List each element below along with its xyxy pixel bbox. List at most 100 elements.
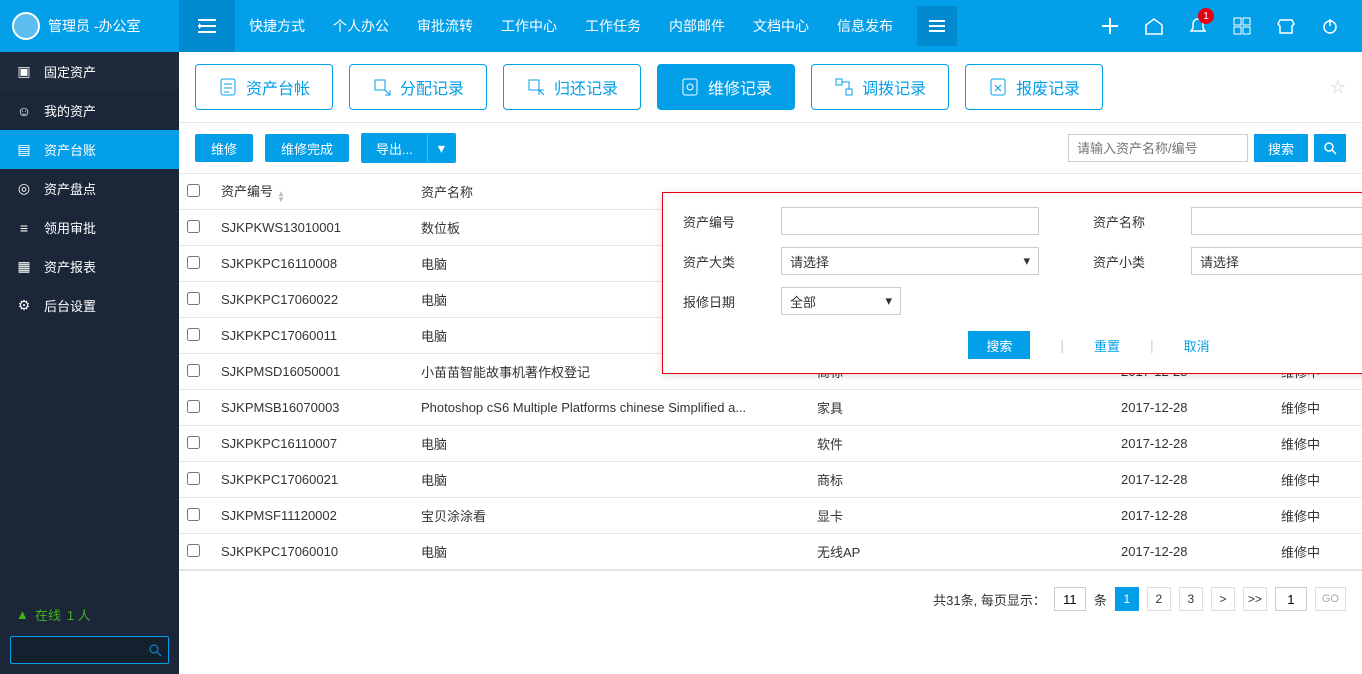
- favorite-icon[interactable]: ☆: [1330, 77, 1346, 98]
- sidebar-item-settings[interactable]: ⚙后台设置: [0, 286, 179, 325]
- row-checkbox[interactable]: [187, 220, 200, 233]
- filter-subcat-select[interactable]: 请选择▾: [1191, 247, 1362, 275]
- cell-status: 维修中: [1273, 390, 1362, 426]
- sidebar-item-my-asset[interactable]: ☺我的资产: [0, 91, 179, 130]
- table-row[interactable]: SJKPMSB16070003Photoshop cS6 Multiple Pl…: [179, 390, 1362, 426]
- advanced-search-toggle[interactable]: [1314, 134, 1346, 162]
- cell-date: 2017-12-28: [1113, 534, 1273, 570]
- filter-date-select[interactable]: 全部▾: [781, 287, 901, 315]
- tab-repair[interactable]: 维修记录: [657, 64, 795, 110]
- cell-code: SJKPKPC16110008: [213, 246, 413, 282]
- row-checkbox[interactable]: [187, 400, 200, 413]
- sidebar-item-fixed-asset[interactable]: ▣固定资产: [0, 52, 179, 91]
- home-icon[interactable]: [1132, 0, 1176, 52]
- search-input[interactable]: [1068, 134, 1248, 162]
- chevron-down-icon: ▾: [885, 293, 892, 309]
- filter-cat-select[interactable]: 请选择▾: [781, 247, 1039, 275]
- page-next[interactable]: >: [1211, 587, 1235, 611]
- menu-mail[interactable]: 内部邮件: [655, 0, 739, 52]
- user-label: 管理员 -办公室: [48, 16, 141, 36]
- cell-code: SJKPKPC17060010: [213, 534, 413, 570]
- filter-code-label: 资产编号: [683, 212, 781, 231]
- row-checkbox[interactable]: [187, 328, 200, 341]
- row-checkbox[interactable]: [187, 472, 200, 485]
- popup-cancel-button[interactable]: 取消: [1184, 336, 1210, 355]
- search-button[interactable]: 搜索: [1254, 134, 1308, 162]
- top-bar: 管理员 -办公室 快捷方式 个人办公 审批流转 工作中心 工作任务 内部邮件 文…: [0, 0, 1362, 52]
- repair-done-button[interactable]: 维修完成: [265, 134, 349, 162]
- cell-name: 电脑: [413, 426, 809, 462]
- popup-reset-button[interactable]: 重置: [1094, 336, 1120, 355]
- sidebar-item-approval[interactable]: ≡领用审批: [0, 208, 179, 247]
- col-asset-code[interactable]: 资产编号▲▼: [213, 174, 413, 210]
- online-status: ▲在线1 人: [10, 601, 169, 628]
- sidebar-item-report[interactable]: ▦资产报表: [0, 247, 179, 286]
- cell-status: 维修中: [1273, 534, 1362, 570]
- sidebar-search-input[interactable]: [10, 636, 169, 664]
- user-block[interactable]: 管理员 -办公室: [0, 12, 179, 40]
- row-checkbox[interactable]: [187, 508, 200, 521]
- menu-personal[interactable]: 个人办公: [319, 0, 403, 52]
- goto-page-input[interactable]: [1275, 587, 1307, 611]
- cell-code: SJKPKPC17060022: [213, 282, 413, 318]
- top-menu: 快捷方式 个人办公 审批流转 工作中心 工作任务 内部邮件 文档中心 信息发布: [235, 0, 957, 52]
- cell-date: 2017-12-28: [1113, 390, 1273, 426]
- folder-icon: ▣: [16, 63, 32, 80]
- tab-scrap[interactable]: 报废记录: [965, 64, 1103, 110]
- tab-ledger[interactable]: 资产台帐: [195, 64, 333, 110]
- sort-icon: ▲▼: [277, 191, 285, 203]
- filter-code-input[interactable]: [781, 207, 1039, 235]
- page-2[interactable]: 2: [1147, 587, 1171, 611]
- power-icon[interactable]: [1308, 0, 1352, 52]
- tab-return[interactable]: 归还记录: [503, 64, 641, 110]
- bell-icon[interactable]: 1: [1176, 0, 1220, 52]
- approve-icon: ≡: [16, 220, 32, 236]
- export-button[interactable]: 导出... ▾: [361, 133, 456, 163]
- ledger-icon: ▤: [16, 141, 32, 158]
- notification-badge: 1: [1198, 8, 1214, 24]
- apps-icon[interactable]: [1220, 0, 1264, 52]
- cell-name: Photoshop cS6 Multiple Platforms chinese…: [413, 390, 809, 426]
- row-checkbox[interactable]: [187, 256, 200, 269]
- page-last[interactable]: >>: [1243, 587, 1267, 611]
- sidebar-item-ledger[interactable]: ▤资产台账: [0, 130, 179, 169]
- filter-popup: 资产编号 资产名称 资产大类 请选择▾ 资产小类 请选择▾ 报修日期 全部▾ 搜…: [662, 192, 1362, 374]
- tabs-row: 资产台帐 分配记录 归还记录 维修记录 调拨记录 报废记录 ☆: [179, 52, 1362, 123]
- cell-name: 电脑: [413, 534, 809, 570]
- row-checkbox[interactable]: [187, 292, 200, 305]
- search-icon: [148, 643, 162, 657]
- select-all-checkbox[interactable]: [187, 184, 200, 197]
- filter-name-input[interactable]: [1191, 207, 1362, 235]
- menu-tasks[interactable]: 工作任务: [571, 0, 655, 52]
- page-3[interactable]: 3: [1179, 587, 1203, 611]
- menu-toggle-icon[interactable]: [179, 0, 235, 52]
- plus-icon[interactable]: [1088, 0, 1132, 52]
- menu-publish[interactable]: 信息发布: [823, 0, 907, 52]
- row-checkbox[interactable]: [187, 436, 200, 449]
- go-button[interactable]: GO: [1315, 587, 1346, 611]
- user-icon: ☺: [16, 103, 32, 119]
- row-checkbox[interactable]: [187, 364, 200, 377]
- repair-button[interactable]: 维修: [195, 134, 253, 162]
- filter-subcat-label: 资产小类: [1093, 252, 1191, 271]
- table-row[interactable]: SJKPKPC17060021电脑商标2017-12-28维修中: [179, 462, 1362, 498]
- sidebar-item-inventory[interactable]: ◎资产盘点: [0, 169, 179, 208]
- popup-search-button[interactable]: 搜索: [968, 331, 1030, 359]
- per-page-input[interactable]: [1054, 587, 1086, 611]
- tab-transfer[interactable]: 调拨记录: [811, 64, 949, 110]
- menu-more-icon[interactable]: [917, 6, 957, 46]
- theme-icon[interactable]: [1264, 0, 1308, 52]
- row-checkbox[interactable]: [187, 544, 200, 557]
- table-row[interactable]: SJKPKPC16110007电脑软件2017-12-28维修中: [179, 426, 1362, 462]
- table-row[interactable]: SJKPKPC17060010电脑无线AP2017-12-28维修中: [179, 534, 1362, 570]
- cell-cat: 显卡: [809, 498, 1113, 534]
- menu-approval[interactable]: 审批流转: [403, 0, 487, 52]
- menu-shortcut[interactable]: 快捷方式: [235, 0, 319, 52]
- settings-icon: ⚙: [16, 297, 32, 314]
- menu-workcenter[interactable]: 工作中心: [487, 0, 571, 52]
- menu-docs[interactable]: 文档中心: [739, 0, 823, 52]
- table-row[interactable]: SJKPMSF11120002宝贝涂涂看显卡2017-12-28维修中: [179, 498, 1362, 534]
- tab-assign[interactable]: 分配记录: [349, 64, 487, 110]
- page-1[interactable]: 1: [1115, 587, 1139, 611]
- cell-name: 电脑: [413, 462, 809, 498]
